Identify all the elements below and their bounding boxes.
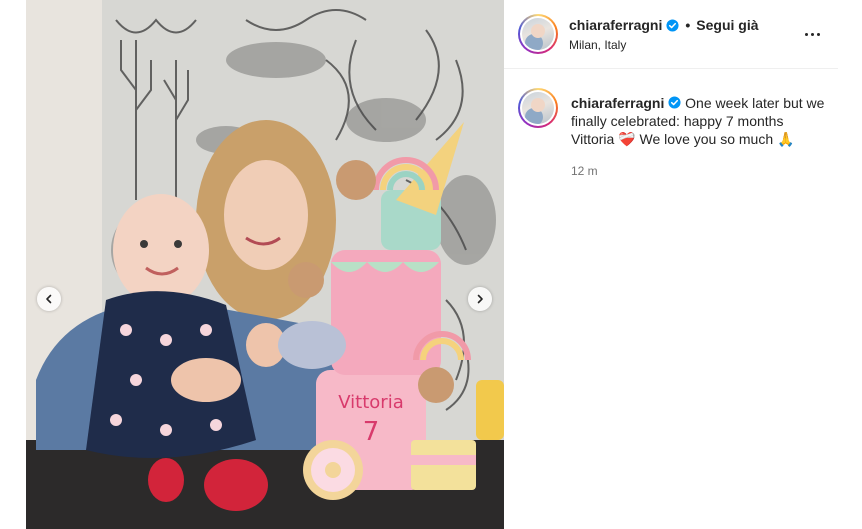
separator-dot: • [685, 17, 691, 33]
caption-avatar[interactable] [518, 88, 558, 128]
post-timestamp[interactable]: 12 m [571, 164, 598, 178]
caption-body-2: We love you so much [639, 131, 774, 147]
post-side-panel: chiaraferragni • Segui già Milan, Italy … [504, 0, 838, 529]
post-photo-image: Vittoria 7 [26, 0, 504, 529]
username-link[interactable]: chiaraferragni [569, 17, 662, 33]
cake-number-text: 7 [363, 417, 380, 447]
verified-badge-icon [668, 96, 681, 109]
mending-heart-emoji: ❤️‍🩹 [618, 131, 636, 147]
post-header: chiaraferragni • Segui già Milan, Italy [504, 0, 838, 69]
verified-badge-icon [666, 18, 679, 32]
carousel-next-button[interactable] [468, 287, 492, 311]
carousel-prev-button[interactable] [37, 287, 61, 311]
post-photo[interactable]: Vittoria 7 [26, 0, 504, 529]
cake-name-text: Vittoria [338, 392, 403, 413]
more-options-icon [804, 32, 808, 36]
post-author: chiaraferragni • Segui già [569, 17, 759, 33]
chevron-right-icon [477, 294, 483, 304]
caption-username[interactable]: chiaraferragni [571, 95, 664, 111]
more-options-button[interactable] [802, 24, 822, 44]
avatar[interactable] [518, 14, 558, 54]
following-button[interactable]: Segui già [696, 17, 758, 33]
location-link[interactable]: Milan, Italy [569, 38, 626, 52]
chevron-left-icon [46, 294, 52, 304]
folded-hands-emoji: 🙏 [777, 131, 795, 147]
caption-text: chiaraferragni One week later but we fin… [571, 94, 826, 148]
